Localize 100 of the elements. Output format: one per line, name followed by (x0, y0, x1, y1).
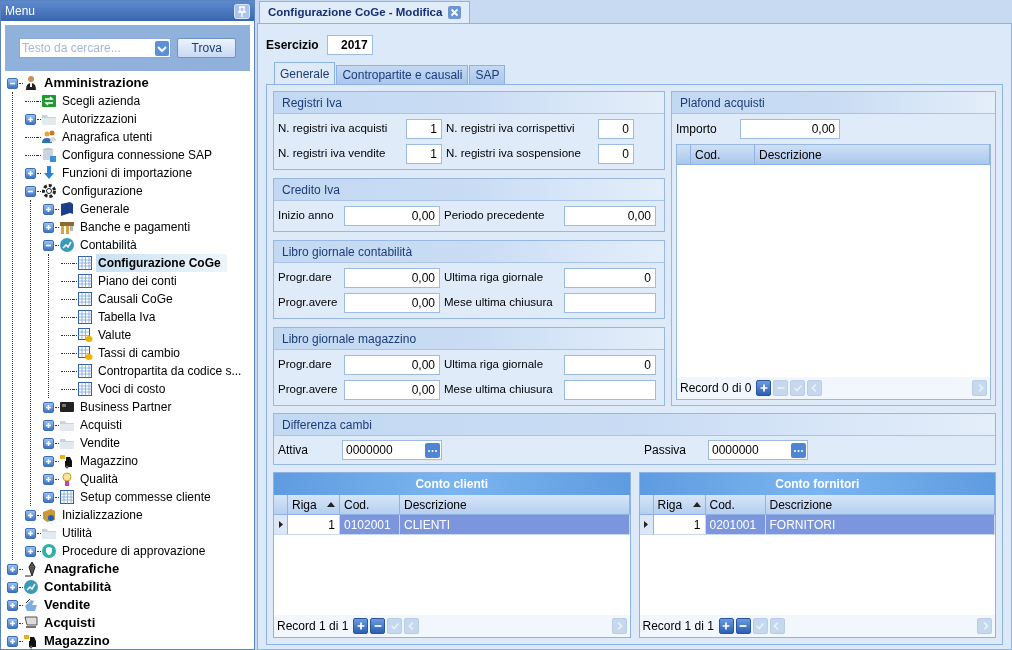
column-header[interactable]: Cod. (705, 495, 766, 514)
column-header[interactable]: Riga (653, 495, 706, 514)
text-field[interactable]: 0,00 (344, 380, 440, 400)
tree-item[interactable]: Configurazione (60, 182, 145, 200)
tree-item[interactable]: Acquisti (78, 416, 125, 434)
dropdown-icon[interactable] (155, 40, 170, 56)
tree-item[interactable]: Valute (96, 326, 134, 344)
tree-item[interactable]: Piano dei conti (96, 272, 179, 290)
text-field[interactable]: 0,00 (344, 206, 440, 226)
column-header[interactable]: Riga (288, 495, 340, 514)
tree-item[interactable]: Contabilità (78, 236, 139, 254)
column-header[interactable]: Descrizione (755, 145, 990, 164)
remove-button[interactable] (370, 618, 386, 634)
text-field[interactable]: 0,00 (344, 293, 440, 313)
tab[interactable]: Generale (274, 62, 336, 84)
expand-icon[interactable] (25, 113, 36, 125)
tree-item[interactable]: Procedure di approvazione (60, 542, 208, 560)
more-icon[interactable] (791, 442, 806, 458)
expand-icon[interactable] (43, 203, 54, 215)
tree-item[interactable]: Autorizzazioni (60, 110, 139, 128)
expand-icon[interactable] (43, 437, 54, 449)
column-header[interactable]: Cod. (340, 495, 400, 514)
book-icon (59, 201, 75, 217)
expand-icon[interactable] (43, 401, 54, 413)
column-header[interactable]: Cod. (691, 145, 755, 164)
tree-item[interactable]: Anagrafica utenti (60, 128, 155, 146)
tree-item[interactable]: Inizializzazione (60, 506, 145, 524)
check-icon (388, 620, 401, 632)
tree-item[interactable]: Generale (78, 200, 132, 218)
expand-icon[interactable] (7, 581, 18, 593)
tree-item[interactable]: Configura connessione SAP (60, 146, 215, 164)
lookup-field[interactable]: 0000000 (342, 440, 442, 460)
text-field[interactable]: 0,00 (344, 268, 440, 288)
tree-item[interactable]: Magazzino (78, 452, 141, 470)
tree-item[interactable]: Voci di costo (96, 380, 168, 398)
add-button[interactable] (756, 380, 772, 396)
text-field[interactable]: 1 (406, 119, 442, 139)
text-field[interactable]: 2017 (326, 35, 373, 55)
tree-item[interactable]: Acquisti (42, 614, 98, 632)
grid-row[interactable]: 1 0201001 FORNITORI (639, 515, 995, 535)
lookup-field[interactable]: 0000000 (708, 440, 808, 460)
column-header[interactable]: Descrizione (765, 495, 995, 514)
tree-item[interactable]: Amministrazione (42, 74, 151, 92)
tree-item[interactable]: Tassi di cambio (96, 344, 183, 362)
add-button[interactable] (353, 618, 369, 634)
document-tab[interactable]: Configurazione CoGe - Modifica (259, 1, 471, 23)
tree-item[interactable]: Setup commesse cliente (78, 488, 213, 506)
collapse-icon[interactable] (7, 77, 18, 89)
tree-item[interactable]: Business Partner (78, 398, 174, 416)
tree-item[interactable]: Tabella Iva (96, 308, 158, 326)
text-field[interactable] (564, 380, 656, 400)
text-field[interactable]: 1 (406, 144, 442, 164)
expand-icon[interactable] (25, 509, 36, 521)
tree-item[interactable]: Vendite (42, 596, 93, 614)
tree-item[interactable]: Scegli azienda (60, 92, 143, 110)
expand-icon[interactable] (25, 527, 36, 539)
collapse-icon[interactable] (43, 239, 54, 251)
text-field[interactable] (564, 293, 656, 313)
expand-icon[interactable] (43, 419, 54, 431)
text-field[interactable]: 0,00 (564, 206, 656, 226)
tree-item[interactable]: Configurazione CoGe (96, 254, 227, 272)
tree-item[interactable]: Banche e pagamenti (78, 218, 193, 236)
add-button[interactable] (718, 618, 734, 634)
people-icon (41, 129, 57, 145)
expand-icon[interactable] (25, 545, 36, 557)
pin-icon[interactable] (234, 3, 250, 19)
grid-row[interactable]: 1 0102001 CLIENTI (274, 515, 630, 535)
tree-item[interactable]: Contabilità (42, 578, 114, 596)
find-button[interactable]: Trova (177, 38, 236, 58)
remove-button[interactable] (735, 618, 751, 634)
tree-item[interactable]: Causali CoGe (96, 290, 175, 308)
tree-item[interactable]: Vendite (78, 434, 123, 452)
tab[interactable]: Contropartite e causali (336, 65, 469, 84)
expand-icon[interactable] (43, 455, 54, 467)
text-field[interactable]: 0 (564, 268, 656, 288)
expand-icon[interactable] (43, 473, 54, 485)
field-label: N. registri iva acquisti (278, 121, 389, 137)
column-header[interactable]: Descrizione (400, 495, 630, 514)
close-icon[interactable] (448, 6, 462, 19)
text-field[interactable]: 0,00 (344, 355, 440, 375)
more-icon[interactable] (425, 442, 440, 458)
tree-item[interactable]: Funzioni di importazione (60, 164, 195, 182)
text-field[interactable]: 0 (564, 355, 656, 375)
collapse-icon[interactable] (25, 185, 36, 197)
expand-icon[interactable] (7, 563, 18, 575)
expand-icon[interactable] (43, 491, 54, 503)
text-field[interactable]: 0,00 (740, 119, 840, 139)
text-field[interactable]: 0 (598, 119, 634, 139)
tree-item[interactable]: Magazzino (42, 632, 112, 649)
expand-icon[interactable] (7, 635, 18, 647)
expand-icon[interactable] (7, 617, 18, 629)
expand-icon[interactable] (25, 167, 36, 179)
expand-icon[interactable] (43, 221, 54, 233)
tree-item[interactable]: Utilità (60, 524, 94, 542)
tree-item[interactable]: Contropartita da codice s... (96, 362, 244, 380)
tree-item[interactable]: Anagrafiche (42, 560, 122, 578)
expand-icon[interactable] (7, 599, 18, 611)
text-field[interactable]: 0 (598, 144, 634, 164)
tree-item[interactable]: Qualità (78, 470, 121, 488)
tab[interactable]: SAP (469, 65, 506, 84)
